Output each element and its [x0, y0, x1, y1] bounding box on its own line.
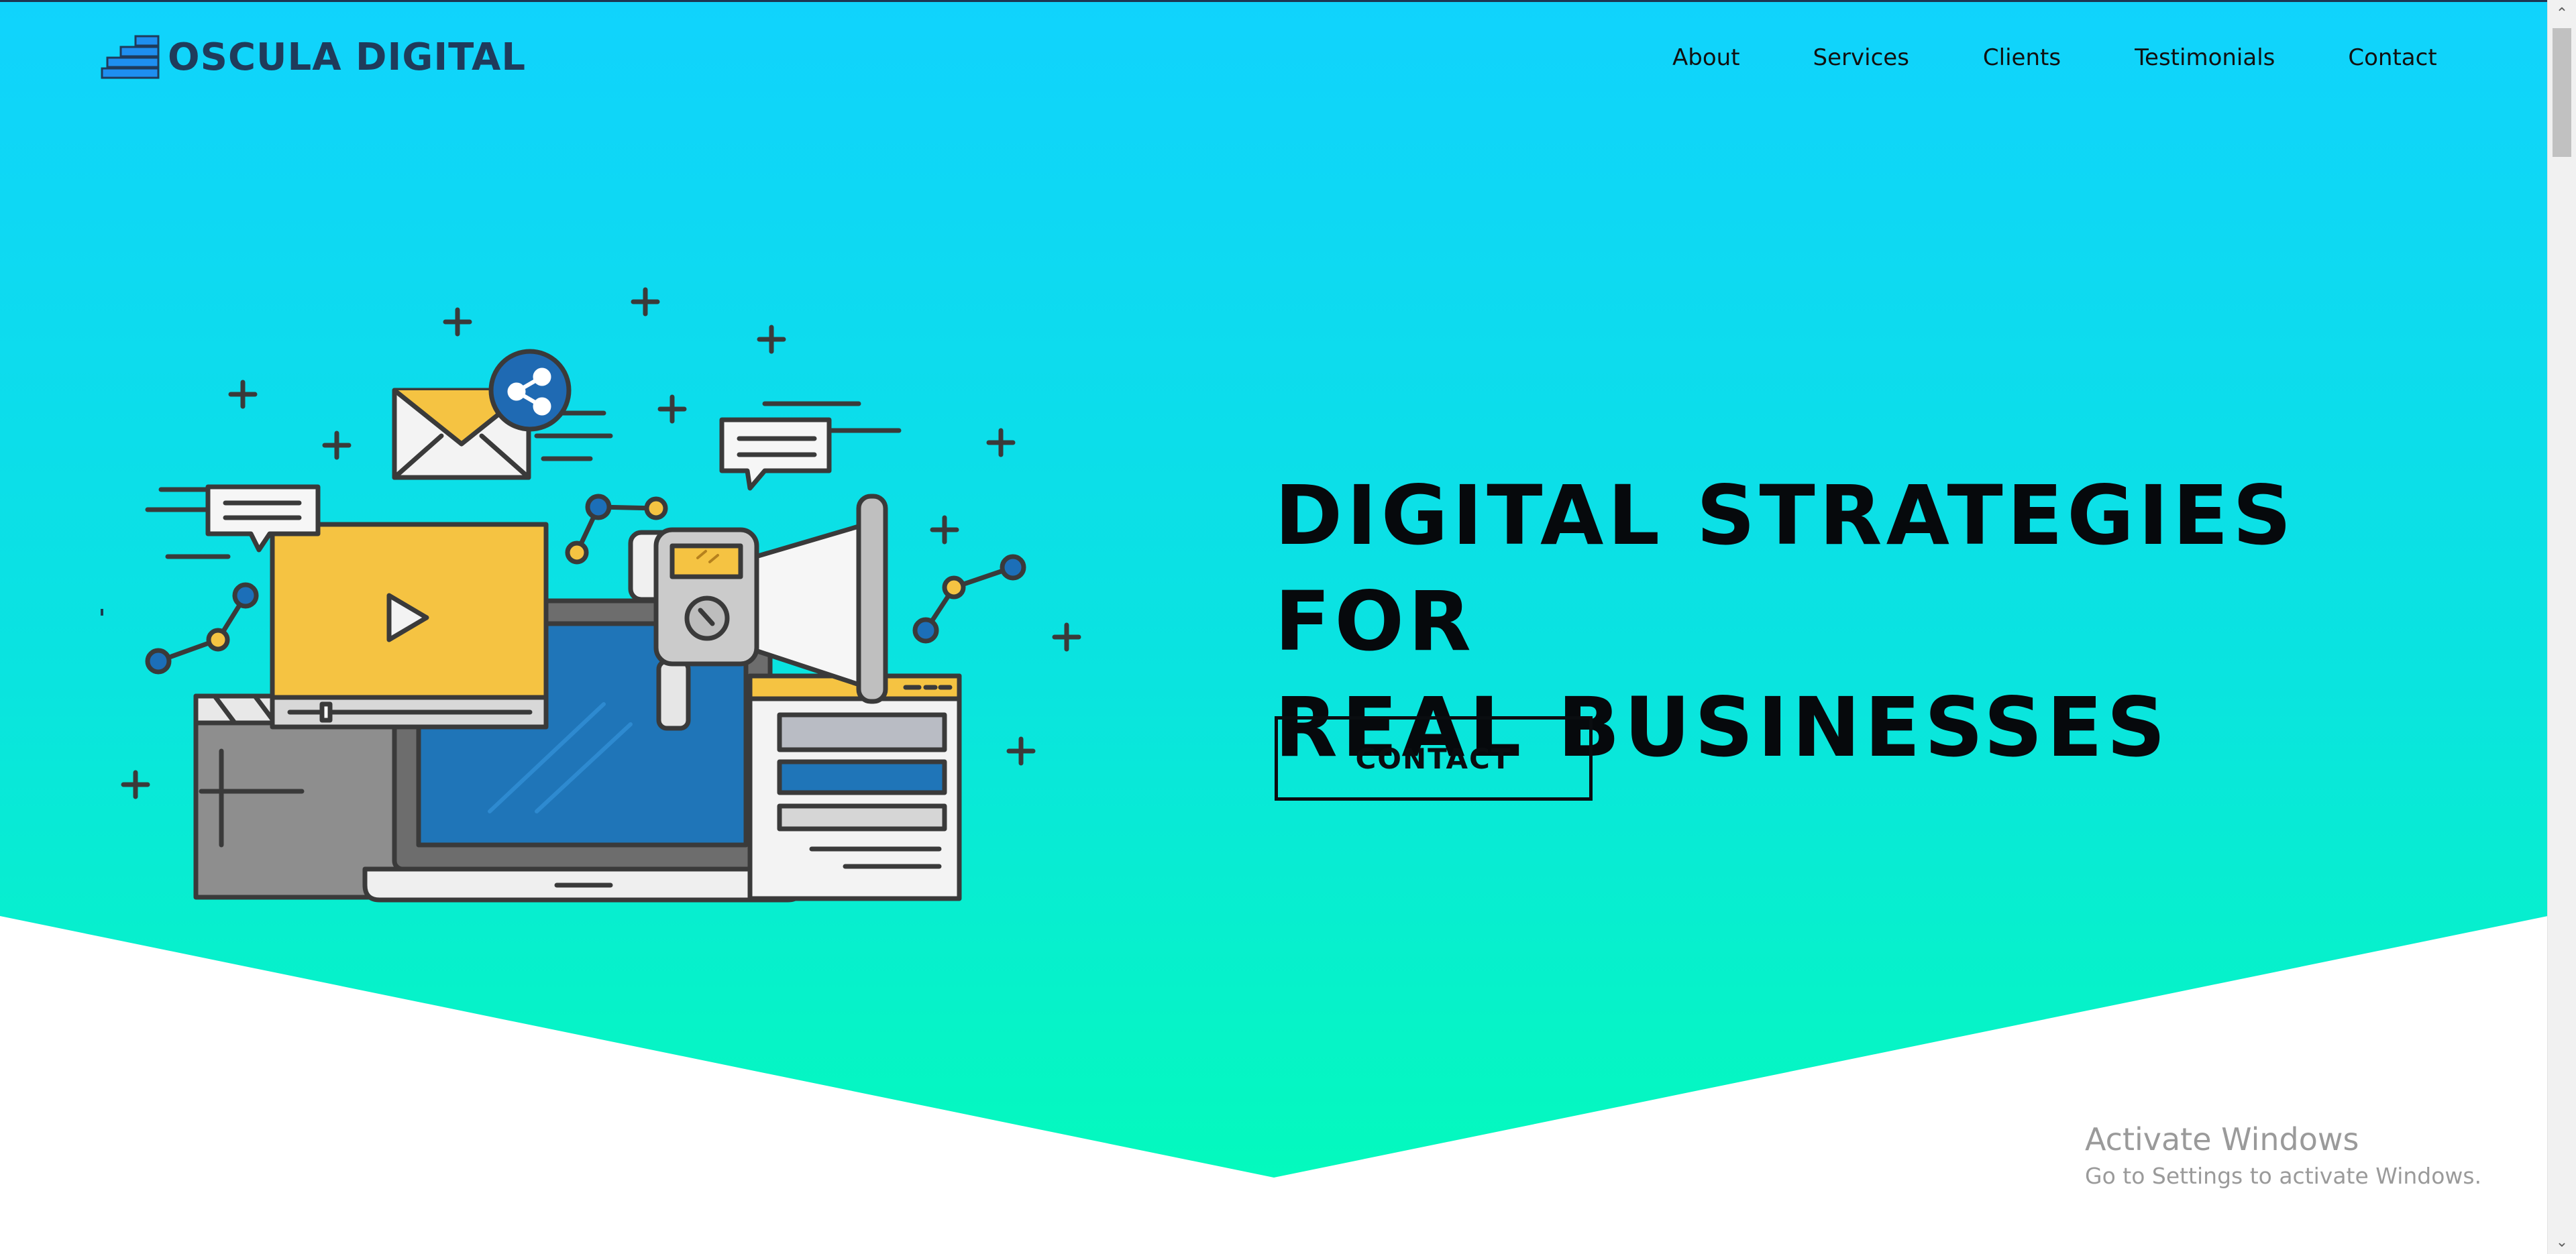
chevron-up-icon[interactable]: ⌃: [2548, 1, 2576, 25]
brand-name: OSCULA DIGITAL: [168, 35, 527, 79]
headline-line-1: DIGITAL STRATEGIES FOR: [1275, 468, 2296, 669]
watermark-subtitle: Go to Settings to activate Windows.: [2085, 1163, 2482, 1189]
nav-link-services[interactable]: Services: [1813, 44, 1909, 71]
page: OSCULA DIGITAL About Services Clients Te…: [0, 0, 2576, 1254]
vertical-scrollbar[interactable]: ⌃ ⌄: [2547, 0, 2576, 1254]
stairs-logo-icon: [101, 35, 160, 79]
brand-logo[interactable]: OSCULA DIGITAL: [101, 34, 526, 80]
nav-link-contact[interactable]: Contact: [2348, 44, 2436, 71]
windows-activation-watermark: Activate Windows Go to Settings to activ…: [2085, 1119, 2481, 1192]
nav-link-testimonials[interactable]: Testimonials: [2135, 44, 2275, 71]
digital-marketing-illustration: [101, 287, 1081, 903]
scrollbar-thumb[interactable]: [2553, 28, 2571, 157]
main-nav: About Services Clients Testimonials Cont…: [1672, 39, 2437, 76]
chevron-down-icon[interactable]: ⌄: [2548, 1230, 2576, 1254]
top-border: [0, 0, 2548, 2]
contact-button[interactable]: CONTACT: [1275, 716, 1593, 801]
watermark-title: Activate Windows: [2085, 1121, 2359, 1157]
nav-link-about[interactable]: About: [1672, 44, 1740, 71]
nav-link-clients[interactable]: Clients: [1983, 44, 2061, 71]
